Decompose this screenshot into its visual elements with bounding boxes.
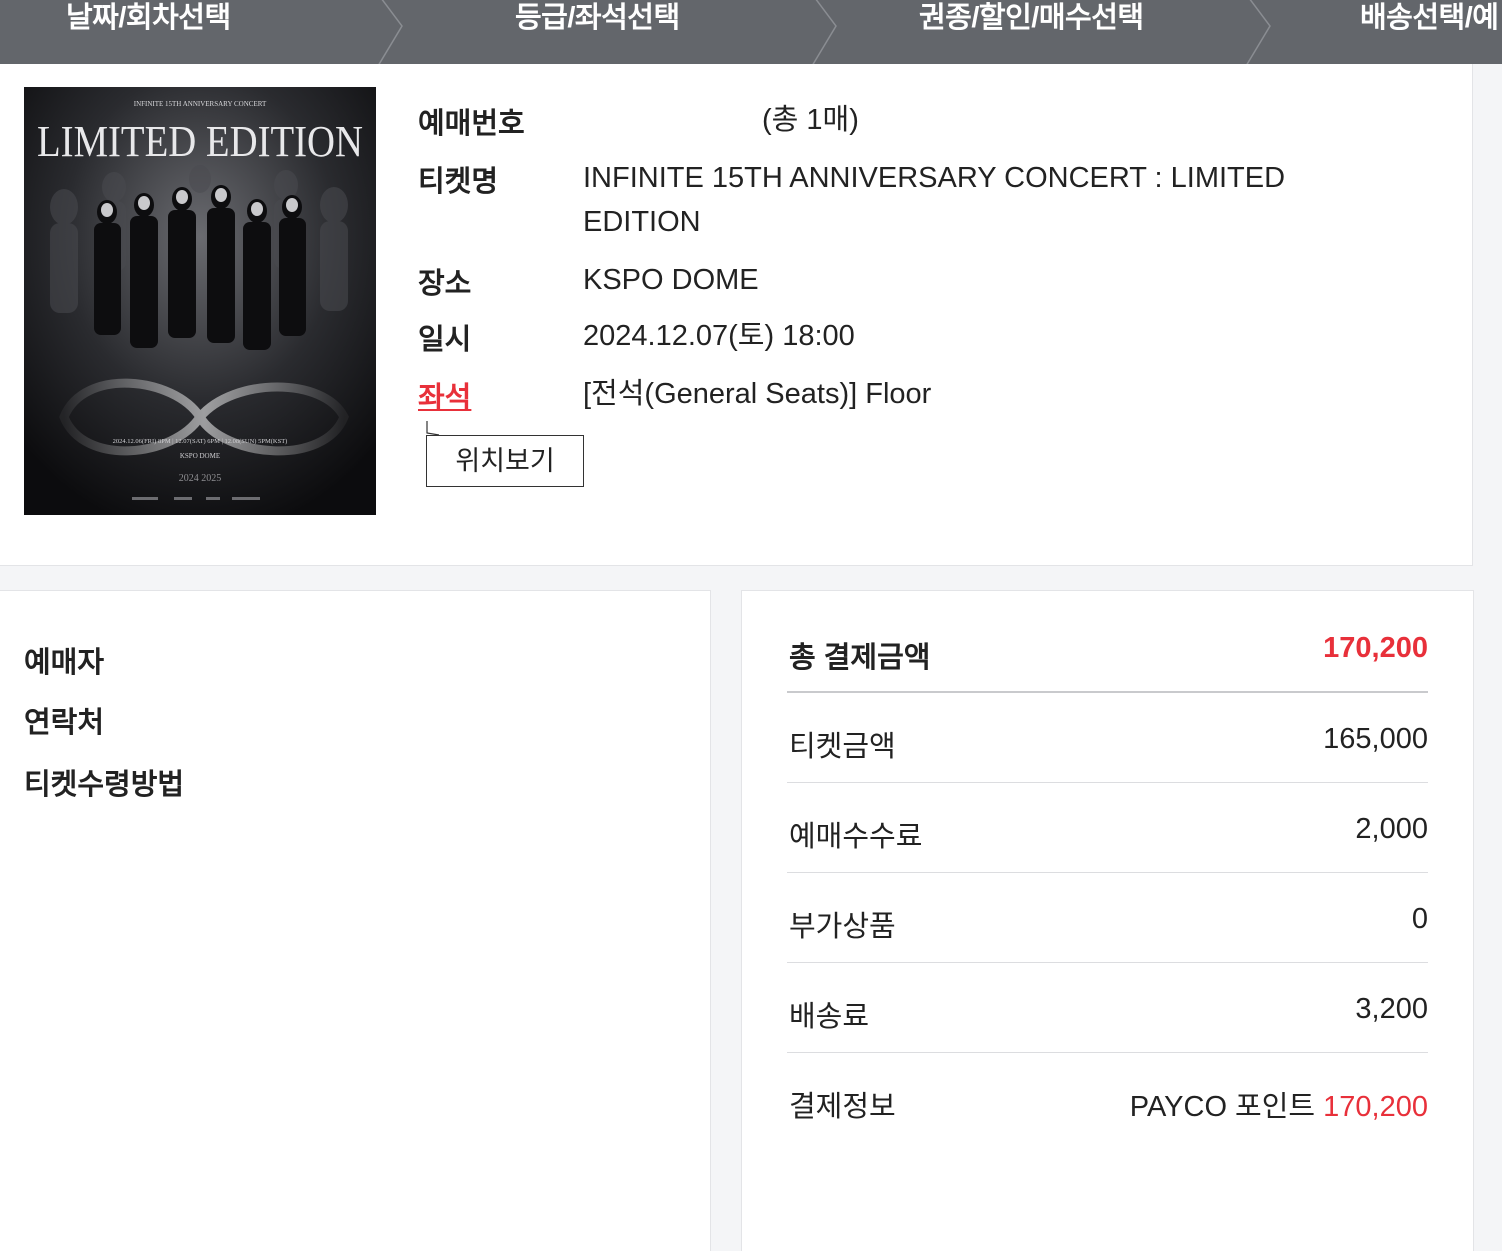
payment-method-row: 결제정보 PAYCO 포인트 170,200	[787, 1053, 1428, 1143]
ticket-name-value: INFINITE 15TH ANNIVERSARY CONCERT : LIMI…	[583, 156, 1285, 244]
delivery-fee-label: 배송료	[789, 1001, 870, 1033]
datetime-label: 일시	[418, 324, 472, 356]
booking-step-bar: 날짜/회차선택 등급/좌석선택 권종/할인/매수선택 배송선택/예	[0, 0, 1502, 64]
ticket-price-row: 티켓금액 165,000	[787, 693, 1428, 783]
ticket-info-card: INFINITE 15TH ANNIVERSARY CONCERT LIMITE…	[0, 64, 1473, 566]
payment-method-amount: 170,200	[1323, 1091, 1428, 1123]
step-delivery[interactable]: 배송선택/예	[1360, 0, 1499, 40]
booker-label: 예매자	[24, 647, 105, 679]
poster-title: LIMITED EDITION	[37, 117, 363, 166]
ticket-name-label: 티켓명	[418, 166, 499, 198]
ticket-receive-method-label: 티켓수령방법	[24, 769, 185, 801]
chevron-right-icon	[1246, 0, 1271, 64]
seat-value: [전석(General Seats)] Floor	[583, 378, 932, 410]
venue-label: 장소	[418, 268, 472, 300]
poster-venue: KSPO DOME	[180, 452, 220, 460]
venue-value: KSPO DOME	[583, 264, 759, 296]
ticket-price-value: 165,000	[1323, 723, 1428, 755]
extra-products-label: 부가상품	[789, 911, 896, 943]
total-payment-row: 총 결제금액 170,200	[787, 603, 1428, 693]
poster-years: 2024 2025	[179, 473, 222, 484]
poster-top-text: INFINITE 15TH ANNIVERSARY CONCERT	[134, 100, 267, 108]
ticket-price-label: 티켓금액	[789, 731, 896, 763]
booking-fee-label: 예매수수료	[789, 821, 923, 853]
seat-link[interactable]: 좌석	[418, 374, 471, 416]
payment-summary-card: 총 결제금액 170,200 티켓금액 165,000 예매수수료 2,000 …	[741, 590, 1474, 1251]
ticket-name-line-1: INFINITE 15TH ANNIVERSARY CONCERT : LIMI…	[583, 162, 1286, 194]
booking-fee-value: 2,000	[1355, 813, 1428, 845]
booking-fee-row: 예매수수료 2,000	[787, 783, 1428, 873]
datetime-value: 2024.12.07(토) 18:00	[583, 320, 855, 352]
concert-poster-image: INFINITE 15TH ANNIVERSARY CONCERT LIMITE…	[24, 87, 376, 515]
step-ticket-type[interactable]: 권종/할인/매수선택	[919, 0, 1144, 40]
total-payment-label: 총 결제금액	[789, 642, 931, 674]
poster-dates: 2024.12.06(FRI) 8PM | 12.07(SAT) 6PM | 1…	[113, 438, 288, 445]
poster-artwork: INFINITE 15TH ANNIVERSARY CONCERT LIMITE…	[24, 87, 376, 515]
delivery-fee-value: 3,200	[1355, 993, 1428, 1025]
step-date-round[interactable]: 날짜/회차선택	[66, 0, 231, 40]
delivery-fee-row: 배송료 3,200	[787, 963, 1428, 1053]
extra-products-value: 0	[1411, 903, 1428, 935]
payment-method-label: 결제정보	[789, 1091, 896, 1123]
chevron-right-icon	[378, 0, 403, 64]
contact-label: 연락처	[24, 707, 105, 739]
chevron-right-icon	[812, 0, 837, 64]
ticket-name-line-2: EDITION	[583, 206, 701, 238]
total-payment-value: 170,200	[1323, 632, 1428, 664]
view-location-button[interactable]: 위치보기	[426, 435, 584, 487]
step-grade-seat[interactable]: 등급/좌석선택	[515, 0, 680, 40]
extra-products-row: 부가상품 0	[787, 873, 1428, 963]
booker-info-card: 예매자 연락처 티켓수령방법	[0, 590, 711, 1251]
booking-number-label: 예매번호	[418, 108, 525, 140]
payment-method-value: PAYCO 포인트 170,200	[1130, 1083, 1428, 1125]
booking-count: (총 1매)	[762, 104, 859, 136]
payment-method-name: PAYCO 포인트	[1129, 1091, 1316, 1123]
